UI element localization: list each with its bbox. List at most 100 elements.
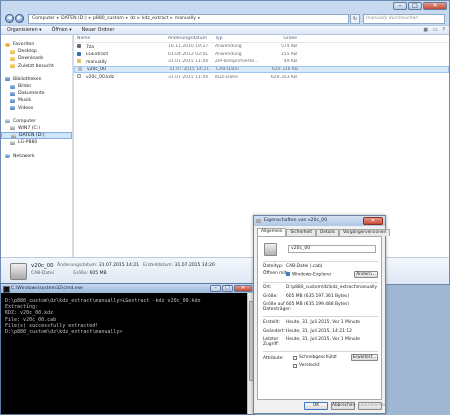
desktop-icon — [10, 49, 15, 54]
divider — [263, 282, 378, 283]
file-type: Anwendung — [215, 51, 242, 57]
network-icon — [5, 154, 10, 159]
pictures-icon — [10, 84, 15, 89]
file-row[interactable]: 7za 16.11.2010 19:27 Anwendung 574 KB — [74, 43, 449, 51]
view-options-icon[interactable]: ▦ — [423, 28, 428, 33]
hidden-checkbox[interactable]: Versteckt — [293, 363, 320, 368]
address-bar[interactable]: Computer ▸ DATEN (D:) ▸ p880_custom ▸ dz ▸ k… — [28, 13, 349, 24]
file-name: manually — [86, 59, 107, 65]
help-icon[interactable]: ? — [442, 28, 445, 33]
nav-item-daten[interactable]: DATEN (D:) — [1, 132, 72, 140]
checkbox-icon — [293, 355, 297, 360]
change-button[interactable]: Ändern... — [354, 271, 378, 278]
created-value: Heute, 31. Juli 2015, Vor 1 Minute — [286, 320, 360, 325]
file-size: 620.353 KB — [270, 74, 297, 80]
refresh-icon[interactable]: ↻ — [350, 13, 360, 24]
nav-libraries[interactable]: Bibliotheken — [1, 76, 72, 83]
application-icon — [77, 51, 81, 56]
close-button[interactable]: ✕ — [234, 285, 252, 292]
details-modified-value: 31.07.2015 14:21 — [98, 263, 140, 268]
preview-pane-icon[interactable]: ▭ — [433, 28, 438, 33]
nav-label: Videos — [18, 105, 34, 111]
nav-item-downloads[interactable]: Downloads — [1, 55, 72, 62]
chevron-right-icon: ▸ — [125, 16, 129, 21]
nav-item-music[interactable]: Musik — [1, 97, 72, 104]
column-size[interactable]: Größe — [262, 36, 299, 41]
modified-label: Geändert: — [263, 329, 286, 334]
breadcrumb-computer[interactable]: Computer — [32, 16, 55, 21]
properties-dialog: Eigenschaften von v20c_00 ✕ Allgemein Si… — [253, 215, 391, 414]
nav-label: Dokumente — [18, 91, 45, 97]
nav-label: Computer — [13, 118, 36, 124]
organize-button[interactable]: Organisieren ▾ — [7, 28, 42, 33]
file-row-selected[interactable]: v20c_00 31.07.2015 14:21 CAB-Datei 620.3… — [74, 65, 449, 74]
recent-places-icon — [10, 64, 15, 69]
details-modified: Änderungsdatum: 31.07.2015 14:21 — [57, 263, 139, 268]
column-date[interactable]: Änderungsdatum — [165, 36, 212, 41]
created-label: Erstellt: — [263, 320, 280, 325]
location-label: Ort: — [263, 285, 272, 290]
nav-item-documents[interactable]: Dokumente — [1, 90, 72, 97]
size-row: Größe: 605 MB (635.197.361 Bytes) — [263, 294, 350, 300]
nav-item-videos[interactable]: Videos — [1, 105, 72, 112]
chevron-right-icon: ▸ — [56, 16, 60, 21]
nav-favorites[interactable]: Favoriten — [1, 41, 72, 48]
breadcrumb-manually[interactable]: manually — [175, 16, 196, 21]
maximize-button[interactable]: □ — [222, 285, 233, 292]
address-row: ◀ ▶ Computer ▸ DATEN (D:) ▸ p880_custom ▸ d… — [5, 13, 445, 24]
drive-icon — [10, 126, 15, 131]
file-row[interactable]: manually 31.07.2015 11:44 ZIP-komprimier… — [74, 58, 449, 66]
cmd-title-bar[interactable]: C:\Windows\system32\cmd.exe – □ ✕ — [1, 284, 254, 293]
column-type[interactable]: Typ — [212, 36, 262, 41]
size-on-disk-value: 605 MB (635.199.488 Bytes) — [286, 302, 350, 307]
minimize-button[interactable]: – — [393, 2, 407, 10]
filename-field[interactable]: v20c_00 — [288, 245, 376, 253]
nav-network[interactable]: Netzwerk — [1, 152, 72, 159]
details-created-value: 31.07.2015 14:20 — [174, 263, 215, 268]
nav-computer[interactable]: Computer — [1, 118, 72, 125]
breadcrumb-kdz-extract[interactable]: kdz_extract — [142, 16, 169, 21]
minimize-button[interactable]: – — [210, 285, 221, 292]
open-button[interactable]: Öffnen ▾ — [52, 28, 72, 33]
filetype-row: Dateityp: CAB-Datei (.cab) — [263, 264, 323, 270]
file-icon — [77, 74, 81, 79]
forward-icon[interactable]: ▶ — [15, 14, 24, 23]
back-icon[interactable]: ◀ — [5, 14, 14, 23]
star-icon — [5, 42, 10, 47]
new-folder-button[interactable]: Neuer Ordner — [82, 28, 115, 33]
search-input[interactable]: manually durchsuchen — [363, 13, 445, 24]
apply-button[interactable]: Übernehmen — [358, 402, 387, 410]
breadcrumb-p880[interactable]: p880_custom — [93, 16, 124, 21]
tab-previous-versions[interactable]: Vorgängerversionen — [338, 229, 391, 236]
breadcrumb-daten[interactable]: DATEN (D:) — [61, 16, 87, 21]
nav-item-recent[interactable]: Zuletzt besucht — [1, 63, 72, 70]
nav-item-win7[interactable]: WIN7 (C:) — [1, 125, 72, 132]
advanced-button[interactable]: Erweitert... — [351, 354, 378, 361]
maximize-button[interactable]: □ — [408, 2, 422, 10]
breadcrumb-dz[interactable]: dz — [130, 16, 135, 21]
file-row[interactable]: LGExtract 01.04.2012 03:01 Anwendung 155… — [74, 51, 449, 59]
size-on-disk-label: Größe auf Datenträger: — [263, 302, 291, 313]
chevron-right-icon: ▸ — [137, 16, 140, 21]
close-button[interactable]: ✕ — [423, 2, 447, 10]
file-row[interactable]: v20c_00.kdz 31.07.2015 11:44 KDZ-Datei 6… — [74, 73, 449, 81]
details-file-name: v20c_00 — [31, 263, 54, 269]
cancel-button[interactable]: Abbrechen — [331, 402, 355, 410]
nav-item-desktop[interactable]: Desktop — [1, 48, 72, 55]
nav-label: Netzwerk — [13, 153, 35, 159]
tab-general[interactable]: Allgemein — [257, 228, 287, 236]
ok-button[interactable]: OK — [304, 402, 328, 410]
details-created: Erstelldatum: 31.07.2015 14:20 — [143, 263, 215, 268]
close-button[interactable]: ✕ — [363, 217, 383, 225]
navigation-pane: Favoriten Desktop Downloads Zuletzt besu… — [1, 35, 73, 257]
dialog-title-bar[interactable]: Eigenschaften von v20c_00 ✕ — [254, 216, 385, 226]
column-name[interactable]: Name — [74, 36, 165, 41]
tab-details[interactable]: Details — [316, 229, 339, 236]
readonly-label: Schreibgeschützt — [299, 355, 337, 360]
nav-item-pictures[interactable]: Bilder — [1, 83, 72, 90]
cmd-output[interactable]: D:\p880_custom\dz\kdz_extract\manually>L… — [1, 293, 254, 340]
readonly-checkbox[interactable]: Schreibgeschützt — [293, 355, 337, 360]
size-value: 605 MB (635.197.361 Bytes) — [286, 294, 350, 299]
nav-item-lg-p880[interactable]: LG-P880 — [1, 139, 72, 146]
tab-security[interactable]: Sicherheit — [286, 229, 317, 236]
